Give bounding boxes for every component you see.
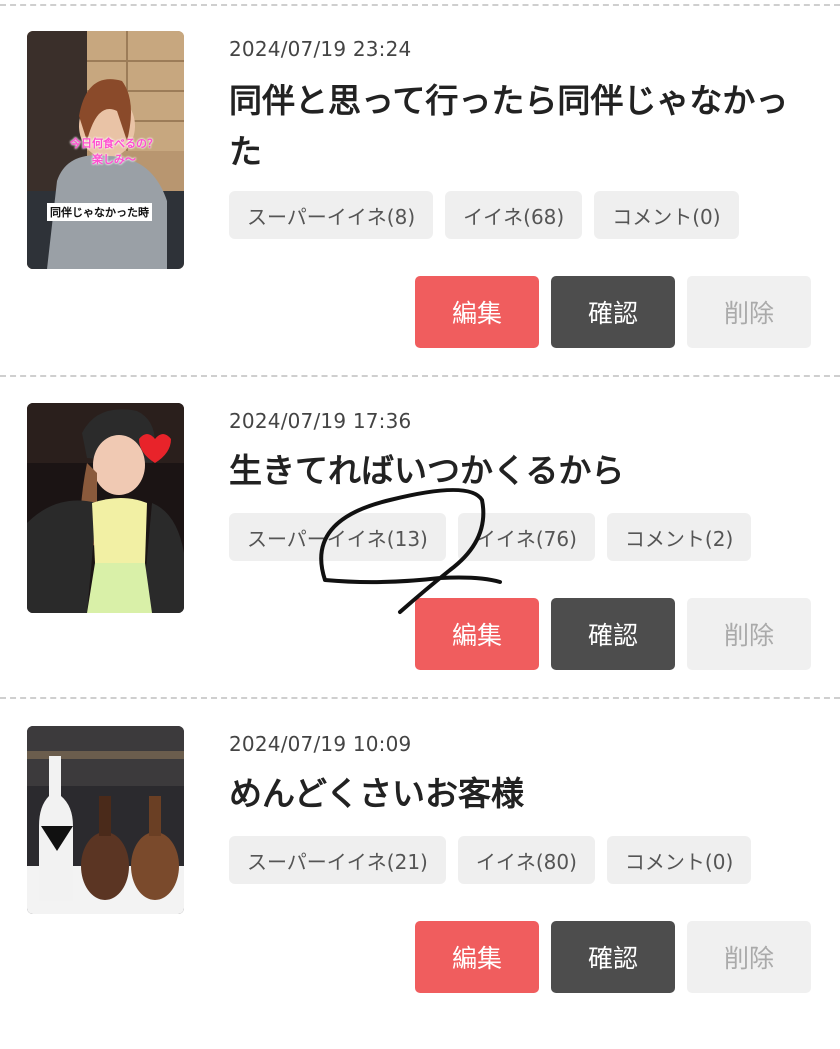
super-like-count: スーパーイイネ(13) bbox=[229, 513, 446, 561]
post-item: 今日何食べるの？ 楽しみ〜 同伴じゃなかった時 2024/07/19 23:24… bbox=[0, 31, 840, 354]
comment-count: コメント(2) bbox=[606, 513, 752, 561]
post-separator bbox=[0, 375, 840, 377]
post-separator bbox=[0, 697, 840, 699]
post-date: 2024/07/19 10:09 bbox=[229, 732, 412, 756]
post-actions: 編集 確認 削除 bbox=[415, 921, 811, 993]
edit-button[interactable]: 編集 bbox=[415, 921, 539, 993]
top-separator bbox=[0, 4, 840, 6]
edit-button[interactable]: 編集 bbox=[415, 276, 539, 348]
reaction-chips: スーパーイイネ(13) イイネ(76) コメント(2) bbox=[229, 513, 752, 561]
post-actions: 編集 確認 削除 bbox=[415, 276, 811, 348]
confirm-button[interactable]: 確認 bbox=[551, 276, 675, 348]
post-title: 同伴と思って行ったら同伴じゃなかった bbox=[229, 81, 789, 171]
like-count: イイネ(76) bbox=[457, 513, 595, 561]
comment-count: コメント(0) bbox=[606, 836, 752, 884]
delete-button[interactable]: 削除 bbox=[687, 598, 811, 670]
delete-button[interactable]: 削除 bbox=[687, 921, 811, 993]
post-thumbnail[interactable]: 今日何食べるの？ 楽しみ〜 同伴じゃなかった時 bbox=[27, 31, 184, 269]
like-count: イイネ(68) bbox=[445, 191, 583, 239]
confirm-button[interactable]: 確認 bbox=[551, 598, 675, 670]
super-like-count: スーパーイイネ(8) bbox=[229, 191, 434, 239]
confirm-button[interactable]: 確認 bbox=[551, 921, 675, 993]
thumb-caption: 今日何食べるの？ bbox=[70, 137, 158, 150]
reaction-chips: スーパーイイネ(21) イイネ(80) コメント(0) bbox=[229, 836, 752, 884]
post-date: 2024/07/19 17:36 bbox=[229, 409, 412, 433]
reaction-chips: スーパーイイネ(8) イイネ(68) コメント(0) bbox=[229, 191, 739, 239]
post-title: 生きてればいつかくるから bbox=[229, 451, 625, 490]
like-count: イイネ(80) bbox=[457, 836, 595, 884]
post-actions: 編集 確認 削除 bbox=[415, 598, 811, 670]
super-like-count: スーパーイイネ(21) bbox=[229, 836, 446, 884]
thumb-caption: 同伴じゃなかった時 bbox=[47, 203, 152, 221]
thumb-caption: 楽しみ〜 bbox=[92, 153, 136, 166]
delete-button[interactable]: 削除 bbox=[687, 276, 811, 348]
post-item: 2024/07/19 10:09 めんどくさいお客様 スーパーイイネ(21) イ… bbox=[0, 726, 840, 1049]
post-date: 2024/07/19 23:24 bbox=[229, 37, 412, 61]
edit-button[interactable]: 編集 bbox=[415, 598, 539, 670]
comment-count: コメント(0) bbox=[594, 191, 739, 239]
post-title: めんどくさいお客様 bbox=[229, 774, 525, 813]
post-thumbnail[interactable] bbox=[27, 726, 184, 914]
post-item: 2024/07/19 17:36 生きてればいつかくるから スーパーイイネ(13… bbox=[0, 403, 840, 726]
post-thumbnail[interactable] bbox=[27, 403, 184, 613]
